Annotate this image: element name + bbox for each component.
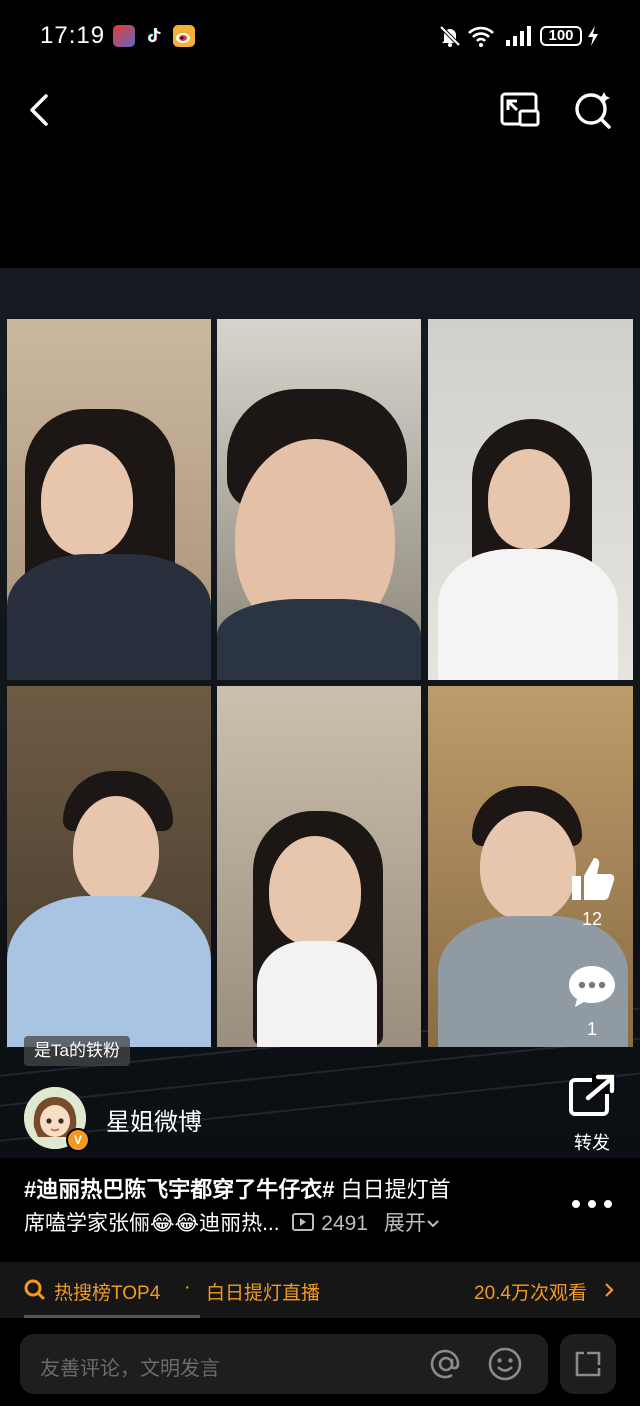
post-caption-line1: #迪丽热巴陈飞宇都穿了牛仔衣# 白日提灯首 — [24, 1172, 451, 1204]
hot-search-icon — [24, 1279, 45, 1300]
comment-button[interactable]: 1 — [566, 962, 618, 1042]
comment-count: 1 — [586, 1019, 597, 1039]
view-count-group: 2491 — [291, 1212, 373, 1235]
post-caption-line2: 席嗑学家张俪😂😂迪丽热... 2491 展开 — [24, 1207, 440, 1237]
weibo-icon — [173, 25, 195, 47]
thumbs-up-icon — [572, 858, 615, 900]
live-tile-2 — [217, 319, 421, 680]
chevron-right-icon — [605, 1283, 614, 1297]
charging-icon — [586, 25, 600, 52]
caption-text-2: 席嗑学家张俪😂😂迪丽热... — [24, 1212, 280, 1235]
video-player[interactable] — [0, 268, 640, 1158]
hot-search-topic: 白日提灯直播 — [206, 1283, 321, 1304]
hot-search-rank: 热搜榜TOP4 — [54, 1283, 161, 1304]
fan-badge: 是Ta的铁粉 — [24, 1036, 130, 1066]
comment-bubble-icon — [569, 966, 615, 1007]
expand-link[interactable]: 展开 — [384, 1212, 440, 1235]
wifi-icon — [467, 24, 495, 53]
more-options-icon[interactable] — [570, 1196, 614, 1212]
live-tile-5 — [217, 686, 421, 1047]
signal-icon — [505, 25, 533, 52]
mention-icon[interactable] — [429, 1347, 463, 1381]
emoji-icon[interactable] — [487, 1346, 523, 1382]
hot-search-views: 20.4万次观看 — [474, 1283, 587, 1304]
share-label: 转发 — [574, 1133, 610, 1153]
like-button[interactable]: 12 — [566, 854, 618, 934]
comment-input[interactable]: 友善评论，文明发言 — [20, 1334, 548, 1394]
share-button[interactable]: 转发 — [564, 1072, 620, 1153]
clock: 17:19 — [40, 22, 106, 49]
live-tile-4 — [7, 686, 211, 1047]
tiktok-icon — [143, 25, 165, 47]
caption-text: 白日提灯首 — [334, 1177, 451, 1202]
share-icon — [569, 1074, 616, 1116]
author-name[interactable]: 星姐微博 — [106, 1102, 202, 1137]
picture-in-picture-icon[interactable] — [498, 90, 542, 130]
live-tile-1 — [7, 319, 211, 680]
live-tile-3 — [428, 319, 633, 680]
view-count: 2491 — [321, 1212, 368, 1235]
status-bar: 17:19 100 — [0, 0, 640, 72]
hot-search-separator: · — [184, 1276, 191, 1298]
hot-search-bar[interactable]: 热搜榜TOP4 · 白日提灯直播 20.4万次观看 — [0, 1262, 640, 1318]
search-icon[interactable] — [572, 90, 616, 132]
video-play-icon — [292, 1213, 315, 1231]
game-app-icon — [113, 25, 135, 47]
collapse-icon — [575, 1351, 601, 1377]
comment-placeholder: 友善评论，文明发言 — [40, 1358, 220, 1380]
like-count: 12 — [581, 909, 603, 929]
caption-hashtag[interactable]: #迪丽热巴陈飞宇都穿了牛仔衣# — [24, 1177, 334, 1202]
back-arrow-icon[interactable] — [22, 88, 62, 132]
fullscreen-toggle[interactable] — [560, 1334, 616, 1394]
hot-search-progress — [24, 1315, 200, 1318]
expand-label: 展开 — [383, 1212, 426, 1235]
chevron-down-icon — [427, 1220, 439, 1228]
mute-bell-icon — [438, 24, 462, 53]
battery-icon: 100 — [540, 26, 582, 46]
verified-badge-icon: V — [66, 1128, 90, 1152]
